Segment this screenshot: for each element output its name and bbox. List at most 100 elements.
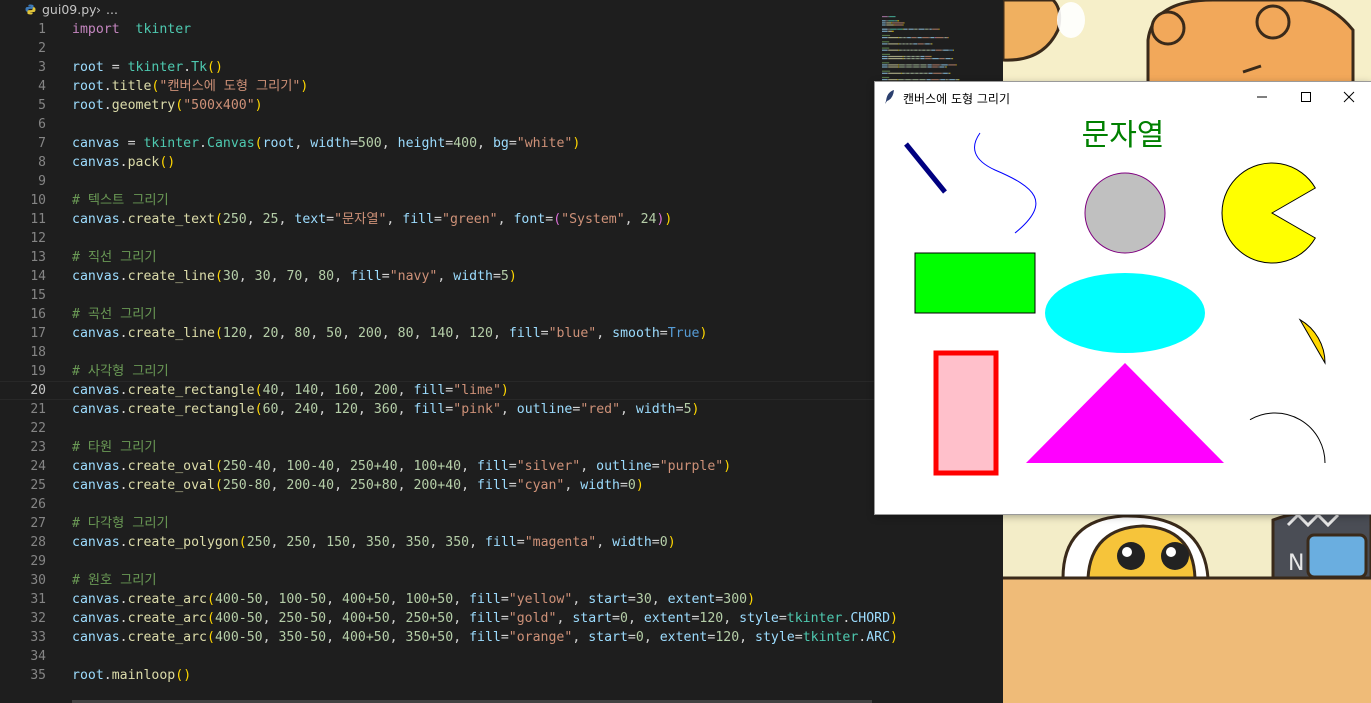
code-line[interactable]: 32 canvas.create_arc(400-50, 250-50, 400+… (0, 609, 898, 628)
minimap-token (933, 72, 942, 74)
minimap-token (923, 43, 926, 45)
code-text[interactable]: canvas.create_rectangle(60, 240, 120, 36… (72, 400, 699, 419)
code-text[interactable]: canvas.pack() (72, 153, 175, 172)
minimap-token (929, 43, 931, 45)
code-text[interactable]: # 원호 그리기 (72, 571, 156, 590)
code-text[interactable]: # 곡선 그리기 (72, 305, 156, 324)
code-line[interactable]: 18 (0, 343, 880, 362)
code-line[interactable]: 29 (0, 552, 880, 571)
code-token: , (596, 326, 613, 341)
minimap-token (903, 49, 906, 51)
code-text[interactable]: canvas = tkinter.Canvas(root, width=500,… (72, 134, 580, 153)
code-text[interactable]: canvas.create_polygon(250, 250, 150, 350… (72, 533, 676, 552)
minimap-token (922, 49, 926, 51)
breadcrumb-symbols[interactable]: ... (106, 0, 118, 19)
code-line[interactable]: 3 root = tkinter.Tk() (0, 58, 880, 77)
minimap-token (955, 79, 959, 81)
code-token: "500x400" (183, 98, 255, 113)
tk-canvas[interactable]: 문자열 (875, 112, 1371, 514)
code-line[interactable]: 23 # 타원 그리기 (0, 438, 880, 457)
code-text[interactable]: root.mainloop() (72, 666, 191, 685)
code-line[interactable]: 27 # 다각형 그리기 (0, 514, 880, 533)
code-text[interactable]: canvas.create_line(120, 20, 80, 50, 200,… (72, 324, 707, 343)
code-text[interactable]: canvas.create_line(30, 30, 70, 80, fill=… (72, 267, 517, 286)
code-line[interactable]: 31 canvas.create_arc(400-50, 100-50, 400+… (0, 590, 880, 609)
minimap-token (906, 43, 909, 45)
code-text[interactable]: canvas.create_arc(400-50, 350-50, 400+50… (72, 628, 898, 647)
code-text[interactable]: root.geometry("500x400") (72, 96, 263, 115)
code-text[interactable]: # 직선 그리기 (72, 248, 156, 267)
code-text[interactable]: # 타원 그리기 (72, 438, 156, 457)
code-text[interactable]: root.title("캔버스에 도형 그리기") (72, 77, 308, 96)
code-line[interactable]: 11 canvas.create_text(250, 25, text="문자열"… (0, 210, 880, 229)
code-editor[interactable]: gui09.py › ... 1 import tkinter 2 3 root = t… (0, 0, 1003, 703)
code-line[interactable]: 21 canvas.create_rectangle(60, 240, 120, … (0, 400, 880, 419)
code-line[interactable]: 6 (0, 115, 880, 134)
code-text[interactable]: # 사각형 그리기 (72, 362, 169, 381)
code-line[interactable]: 35 root.mainloop() (0, 666, 880, 685)
code-text[interactable]: import tkinter (72, 20, 191, 39)
code-text[interactable]: canvas.create_rectangle(40, 140, 160, 20… (72, 381, 509, 400)
maximize-button[interactable] (1282, 82, 1328, 112)
minimap-token (898, 43, 900, 45)
code-token: . (199, 136, 207, 151)
code-line[interactable]: 33 canvas.create_arc(400-50, 350-50, 400+… (0, 628, 898, 647)
code-text[interactable]: canvas.create_text(250, 25, text="문자열", … (72, 210, 672, 229)
minimap-token (899, 66, 905, 68)
minimap-token (927, 28, 930, 30)
code-token: tkinter (802, 630, 859, 645)
code-token: 160 (334, 383, 358, 398)
code-token: 140 (294, 383, 319, 398)
code-line[interactable]: 12 (0, 229, 880, 248)
code-line[interactable]: 2 (0, 39, 880, 58)
code-line[interactable]: 4 root.title("캔버스에 도형 그리기") (0, 77, 880, 96)
code-line[interactable]: 17 canvas.create_line(120, 20, 80, 50, 20… (0, 324, 880, 343)
tk-window[interactable]: 캔버스에 도형 그리기 문자열 (875, 82, 1371, 514)
code-text[interactable]: # 다각형 그리기 (72, 514, 169, 533)
code-text[interactable]: root = tkinter.Tk() (72, 58, 223, 77)
code-line[interactable]: 30 # 원호 그리기 (0, 571, 880, 590)
code-line[interactable]: 8 canvas.pack() (0, 153, 880, 172)
minimap-token (882, 22, 886, 24)
code-line[interactable]: 26 (0, 495, 880, 514)
code-line[interactable]: 1 import tkinter (0, 20, 880, 39)
code-text[interactable]: canvas.create_oval(250-40, 100-40, 250+4… (72, 457, 731, 476)
code-line[interactable]: 13 # 직선 그리기 (0, 248, 880, 267)
code-line[interactable]: 22 (0, 419, 880, 438)
code-line[interactable]: 7 canvas = tkinter.Canvas(root, width=500… (0, 134, 880, 153)
code-line[interactable]: 5 root.geometry("500x400") (0, 96, 880, 115)
code-line[interactable]: 34 (0, 647, 880, 666)
code-text[interactable]: canvas.create_arc(400-50, 250-50, 400+50… (72, 609, 898, 628)
window-titlebar[interactable]: 캔버스에 도형 그리기 (875, 82, 1371, 112)
code-token: = (500, 611, 509, 626)
minimap-token (917, 28, 919, 30)
code-line[interactable]: 16 # 곡선 그리기 (0, 305, 880, 324)
minimap-token (899, 37, 902, 39)
code-text[interactable]: canvas.create_arc(400-50, 100-50, 400+50… (72, 590, 755, 609)
code-line[interactable]: 14 canvas.create_line(30, 30, 70, 80, fil… (0, 267, 880, 286)
minimize-button[interactable] (1239, 82, 1285, 112)
code-token: 5 (683, 402, 692, 417)
minimap-token (882, 37, 888, 39)
code-line[interactable]: 9 (0, 172, 880, 191)
minimap-token (929, 49, 932, 51)
code-lines[interactable]: 1 import tkinter 2 3 root = tkinter.Tk() 4 roo… (0, 20, 898, 685)
code-line[interactable]: 28 canvas.create_polygon(250, 250, 150, 3… (0, 533, 880, 552)
code-line[interactable]: 19 # 사각형 그리기 (0, 362, 880, 381)
code-line[interactable]: 10 # 텍스트 그리기 (0, 191, 880, 210)
code-line[interactable]: 25 canvas.create_oval(250-80, 200-40, 250… (0, 476, 880, 495)
code-line[interactable]: 15 (0, 286, 880, 305)
code-text[interactable]: # 텍스트 그리기 (72, 191, 169, 210)
line-number: 4 (38, 79, 46, 94)
close-button[interactable] (1325, 82, 1371, 112)
code-token: fill (469, 592, 501, 607)
code-text[interactable]: canvas.create_oval(250-80, 200-40, 250+8… (72, 476, 644, 495)
code-token: 80 (397, 326, 414, 341)
code-token: "silver" (516, 459, 581, 474)
code-line[interactable]: 20 canvas.create_rectangle(40, 140, 160, … (0, 381, 880, 400)
code-line[interactable]: 24 canvas.create_oval(250-40, 100-40, 250… (0, 457, 880, 476)
minimap-token (897, 20, 900, 22)
code-token: height (397, 136, 446, 151)
breadcrumb-file[interactable]: gui09.py (42, 0, 97, 19)
code-token: import (72, 22, 120, 37)
